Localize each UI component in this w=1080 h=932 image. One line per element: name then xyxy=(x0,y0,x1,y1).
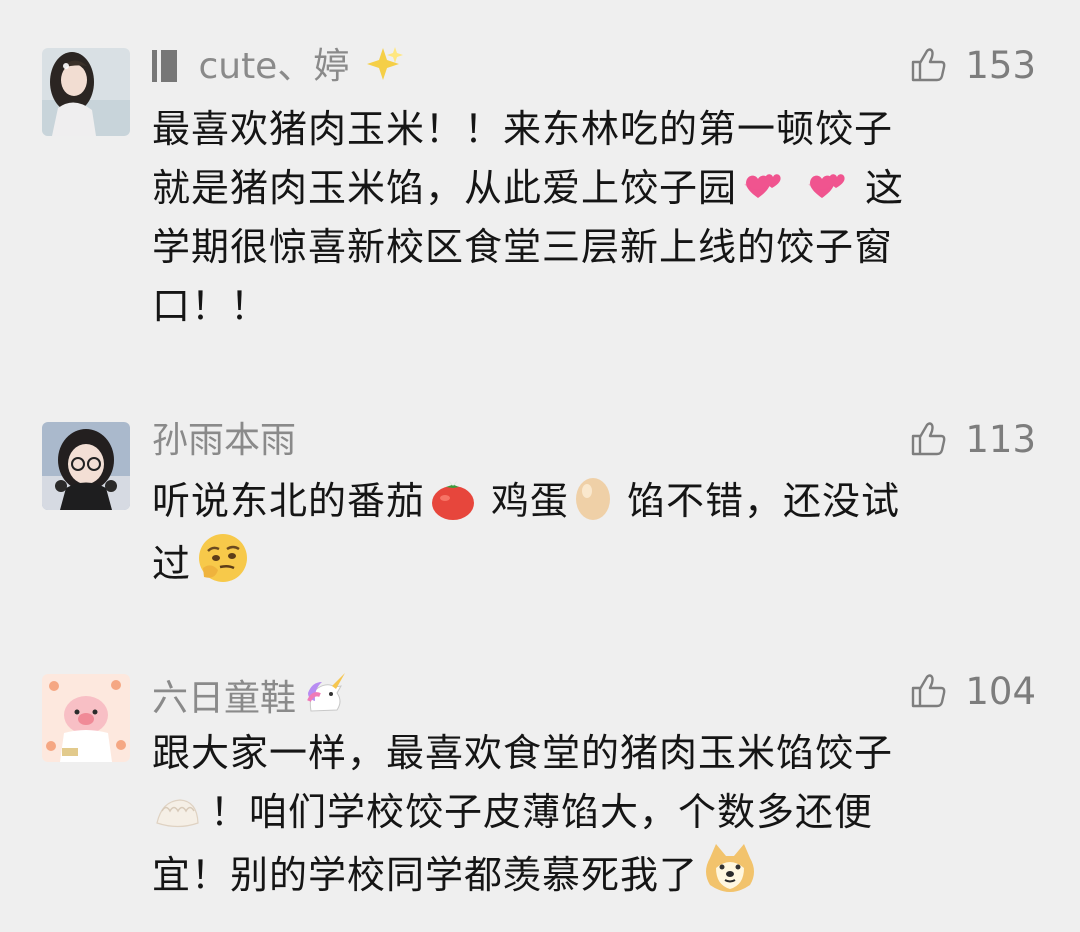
username[interactable]: 六日童鞋 xyxy=(152,671,352,721)
avatar[interactable] xyxy=(42,422,130,510)
thinking-face-icon xyxy=(199,534,248,582)
like-button[interactable]: 104 xyxy=(909,669,1036,713)
avatar[interactable] xyxy=(42,674,130,762)
thumbs-up-icon xyxy=(912,422,946,456)
sparkles-icon xyxy=(366,47,403,80)
egg-emoji-icon xyxy=(576,478,611,520)
avatar[interactable] xyxy=(42,48,130,136)
like-button[interactable]: 153 xyxy=(909,43,1036,87)
like-count: 153 xyxy=(965,43,1036,87)
comment-text: 最喜欢猪肉玉米！！来东林吃的第一顿饺子 就是猪肉玉米馅，从此爱上饺子园 这 学期… xyxy=(152,107,905,328)
username[interactable]: cute、婷 xyxy=(152,45,407,93)
like-button[interactable]: 113 xyxy=(909,417,1036,461)
unicorn-icon xyxy=(307,673,346,712)
heart-emoji-icon xyxy=(744,174,781,198)
doge-icon xyxy=(706,844,755,892)
username[interactable]: 孙雨本雨 xyxy=(152,419,296,463)
heart-emoji-icon xyxy=(808,174,845,198)
tomato-emoji-icon xyxy=(432,480,475,520)
comment-text: 跟大家一样，最喜欢食堂的猪肉玉米馅饺子 ！咱们学校饺子皮薄馅大，个数多还便 宜！… xyxy=(152,731,894,897)
like-count: 113 xyxy=(965,417,1036,461)
like-count: 104 xyxy=(965,669,1036,713)
username-badge xyxy=(152,49,177,93)
dumpling-emoji-icon xyxy=(156,799,199,828)
thumbs-up-icon xyxy=(912,48,946,82)
thumbs-up-icon xyxy=(912,674,946,708)
comment-text: 听说东北的番茄 鸡蛋 馅不错，还没试 过 xyxy=(152,472,1032,594)
